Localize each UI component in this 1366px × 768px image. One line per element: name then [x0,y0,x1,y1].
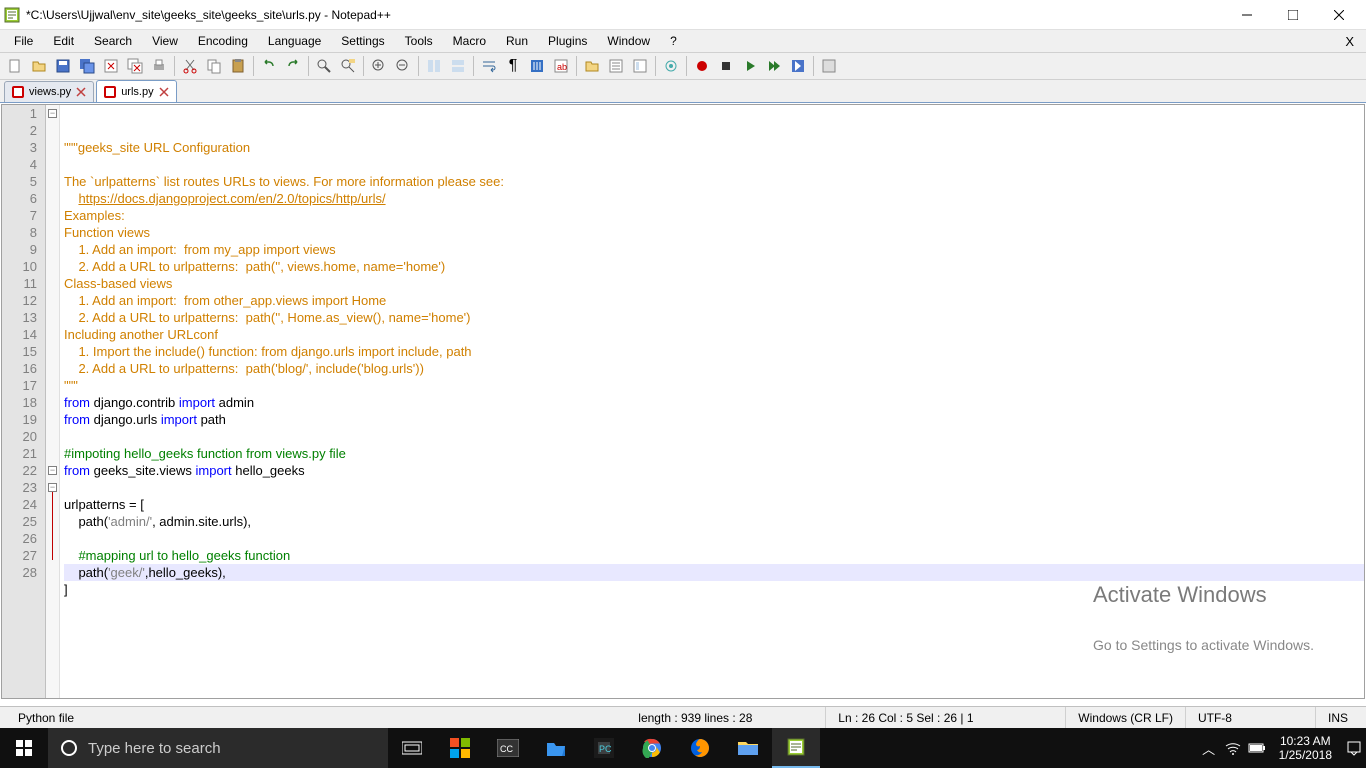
indent-guide-button[interactable] [526,55,548,77]
find-button[interactable] [313,55,335,77]
close-all-button[interactable] [124,55,146,77]
copy-button[interactable] [203,55,225,77]
status-position: Ln : 26 Col : 5 Sel : 26 | 1 [826,707,1066,728]
window-title: *C:\Users\Ujjwal\env_site\geeks_site\gee… [26,8,1224,22]
taskbar-app-3[interactable] [532,728,580,768]
zoom-out-button[interactable] [392,55,414,77]
cut-button[interactable] [179,55,201,77]
play-button[interactable] [739,55,761,77]
open-file-button[interactable] [28,55,50,77]
minimize-button[interactable] [1224,0,1270,30]
menu-plugins[interactable]: Plugins [538,32,597,50]
tab-close-icon[interactable] [75,86,87,98]
monitor-button[interactable] [660,55,682,77]
fold-column[interactable]: −−− [46,105,60,698]
menubar: File Edit Search View Encoding Language … [0,30,1366,52]
window-titlebar: *C:\Users\Ujjwal\env_site\geeks_site\gee… [0,0,1366,30]
svg-text:PC: PC [599,744,612,754]
taskbar-app-1[interactable] [436,728,484,768]
menu-settings[interactable]: Settings [331,32,394,50]
tab-bar: views.py urls.py [0,80,1366,103]
menu-macro[interactable]: Macro [443,32,496,50]
status-encoding[interactable]: UTF-8 [1186,707,1316,728]
menu-file[interactable]: File [4,32,43,50]
function-list-button[interactable] [605,55,627,77]
toolbar: ¶ ab [0,52,1366,80]
menu-encoding[interactable]: Encoding [188,32,258,50]
svg-text:ab: ab [557,62,567,72]
cortana-icon [60,739,78,757]
status-bar: Python file length : 939 lines : 28 Ln :… [0,706,1366,728]
status-filetype: Python file [6,707,206,728]
close-button[interactable] [1316,0,1362,30]
save-macro-button[interactable] [787,55,809,77]
menu-language[interactable]: Language [258,32,331,50]
play-multi-button[interactable] [763,55,785,77]
taskbar-app-4[interactable]: PC [580,728,628,768]
menubar-close-icon[interactable]: X [1335,32,1362,51]
undo-button[interactable] [258,55,280,77]
menu-search[interactable]: Search [84,32,142,50]
file-dirty-icon [11,85,25,99]
menu-view[interactable]: View [142,32,188,50]
menu-tools[interactable]: Tools [395,32,443,50]
menu-help[interactable]: ? [660,32,687,50]
taskbar-explorer[interactable] [724,728,772,768]
tray-clock[interactable]: 10:23 AM 1/25/2018 [1269,734,1342,762]
all-chars-button[interactable]: ¶ [502,55,524,77]
redo-button[interactable] [282,55,304,77]
file-dirty-icon [103,85,117,99]
start-button[interactable] [0,728,48,768]
taskbar-chrome[interactable] [628,728,676,768]
tray-chevron-icon[interactable]: ︿ [1197,728,1221,768]
tray-wifi-icon[interactable] [1221,728,1245,768]
editor[interactable]: 1234567891011121314151617181920212223242… [1,104,1365,699]
code-area[interactable]: """geeks_site URL ConfigurationThe `urlp… [60,105,1364,698]
windows-taskbar: Type here to search CC PC ︿ 10:23 AM 1/2… [0,728,1366,768]
line-number-gutter: 1234567891011121314151617181920212223242… [2,105,46,698]
lang-button[interactable]: ab [550,55,572,77]
folder-button[interactable] [581,55,603,77]
status-length: length : 939 lines : 28 [626,707,826,728]
tray-battery-icon[interactable] [1245,728,1269,768]
tab-label: views.py [29,86,71,98]
close-file-button[interactable] [100,55,122,77]
activate-windows-watermark: Activate Windows Go to Settings to activ… [1093,552,1314,688]
tab-label: urls.py [121,86,153,98]
sync-h-button[interactable] [447,55,469,77]
search-placeholder: Type here to search [88,740,221,757]
taskbar-search[interactable]: Type here to search [48,728,388,768]
taskbar-firefox[interactable] [676,728,724,768]
tab-views-py[interactable]: views.py [4,81,94,102]
taskbar-app-2[interactable]: CC [484,728,532,768]
tray-notifications-icon[interactable] [1342,728,1366,768]
new-file-button[interactable] [4,55,26,77]
save-all-button[interactable] [76,55,98,77]
status-eol[interactable]: Windows (CR LF) [1066,707,1186,728]
replace-button[interactable] [337,55,359,77]
app-icon [4,7,20,23]
tab-urls-py[interactable]: urls.py [96,80,176,102]
menu-run[interactable]: Run [496,32,538,50]
svg-text:CC: CC [500,744,513,754]
status-mode[interactable]: INS [1316,707,1360,728]
task-view-button[interactable] [388,728,436,768]
stop-button[interactable] [715,55,737,77]
record-button[interactable] [691,55,713,77]
system-tray: ︿ 10:23 AM 1/25/2018 [1197,728,1366,768]
menu-edit[interactable]: Edit [43,32,84,50]
wordwrap-button[interactable] [478,55,500,77]
doc-map-button[interactable] [629,55,651,77]
tab-close-icon[interactable] [158,86,170,98]
save-button[interactable] [52,55,74,77]
print-button[interactable] [148,55,170,77]
maximize-button[interactable] [1270,0,1316,30]
misc-button[interactable] [818,55,840,77]
menu-window[interactable]: Window [597,32,660,50]
paste-button[interactable] [227,55,249,77]
zoom-in-button[interactable] [368,55,390,77]
sync-v-button[interactable] [423,55,445,77]
taskbar-notepadpp[interactable] [772,728,820,768]
